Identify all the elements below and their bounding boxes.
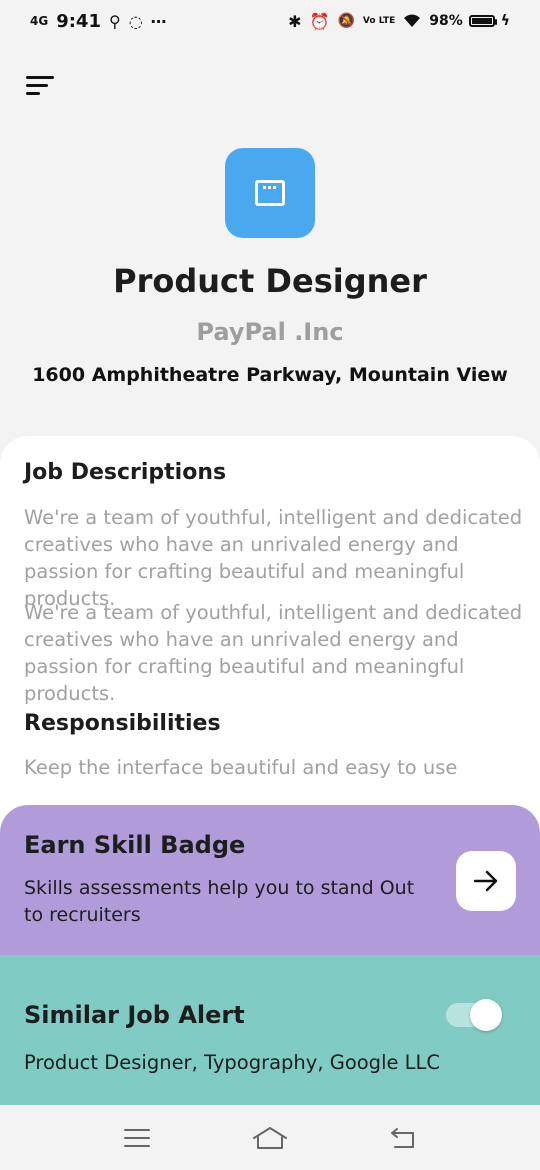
menu-line <box>26 91 40 95</box>
volte-indicator: Vo LTE <box>362 16 396 26</box>
mute-icon: 🔕 <box>337 13 355 29</box>
menu-icon[interactable] <box>26 72 60 98</box>
arrow-right-icon <box>473 870 498 892</box>
nav-home-button[interactable] <box>250 1118 290 1158</box>
status-bar: 4G 9:41 ⚲ ◌ ⋯ ✱ ⏰ 🔕 Vo LTE 98% ϟ <box>0 0 540 42</box>
back-icon <box>391 1127 415 1148</box>
status-time: 9:41 <box>56 10 101 32</box>
wifi-icon <box>404 14 421 27</box>
battery-indicator: 98% ϟ <box>429 13 510 29</box>
status-bar-left: 4G 9:41 ⚲ ◌ ⋯ <box>30 11 167 32</box>
job-title: Product Designer <box>113 262 427 300</box>
skill-badge-arrow-button[interactable] <box>456 851 516 911</box>
similar-job-alert-title: Similar Job Alert <box>24 1001 245 1029</box>
skill-badge-title: Earn Skill Badge <box>24 831 246 859</box>
bluetooth-icon: ✱ <box>288 11 302 31</box>
charging-icon: ϟ <box>500 13 510 29</box>
battery-icon <box>468 15 497 27</box>
menu-line <box>26 83 48 87</box>
battery-percent: 98% <box>429 13 463 29</box>
whatsapp-icon: ◌ <box>128 11 143 31</box>
similar-job-alert-card: Similar Job Alert Product Designer, Typo… <box>0 955 540 1105</box>
description-paragraph: We're a team of youthful, intelligent an… <box>24 601 523 705</box>
menu-line <box>26 75 54 79</box>
more-notifications-icon: ⋯ <box>150 11 167 31</box>
browser-window-icon <box>255 180 285 206</box>
nav-back-button[interactable] <box>383 1118 423 1158</box>
company-address: 1600 Amphitheatre Parkway, Mountain View <box>32 364 508 386</box>
alarm-icon: ⏰ <box>309 11 330 31</box>
job-descriptions-heading: Job Descriptions <box>24 460 227 485</box>
status-bar-right: ✱ ⏰ 🔕 Vo LTE 98% ϟ <box>288 12 510 31</box>
job-description-card: Job Descriptions We're a team of youthfu… <box>0 436 540 836</box>
skill-badge-text: Skills assessments help you to stand Out… <box>24 877 415 926</box>
job-alert-toggle[interactable] <box>446 999 502 1031</box>
network-indicator: 4G <box>30 14 49 28</box>
recents-icon <box>123 1128 150 1147</box>
usb-icon: ⚲ <box>108 11 121 31</box>
nav-recents-button[interactable] <box>117 1118 157 1158</box>
system-nav-bar <box>0 1105 540 1170</box>
responsibilities-heading: Responsibilities <box>24 711 221 736</box>
home-icon <box>252 1126 287 1149</box>
responsibilities-text: Keep the interface beautiful and easy to… <box>24 756 458 779</box>
battery-fill <box>471 18 492 24</box>
job-detail-screen: 4G 9:41 ⚲ ◌ ⋯ ✱ ⏰ 🔕 Vo LTE 98% ϟ Product… <box>0 0 540 1170</box>
similar-job-alert-text: Product Designer, Typography, Google LLC <box>24 1051 441 1074</box>
toggle-knob <box>470 999 502 1031</box>
company-name: PayPal .Inc <box>196 318 344 346</box>
description-paragraph: We're a team of youthful, intelligent an… <box>24 506 523 610</box>
company-logo <box>225 148 315 238</box>
